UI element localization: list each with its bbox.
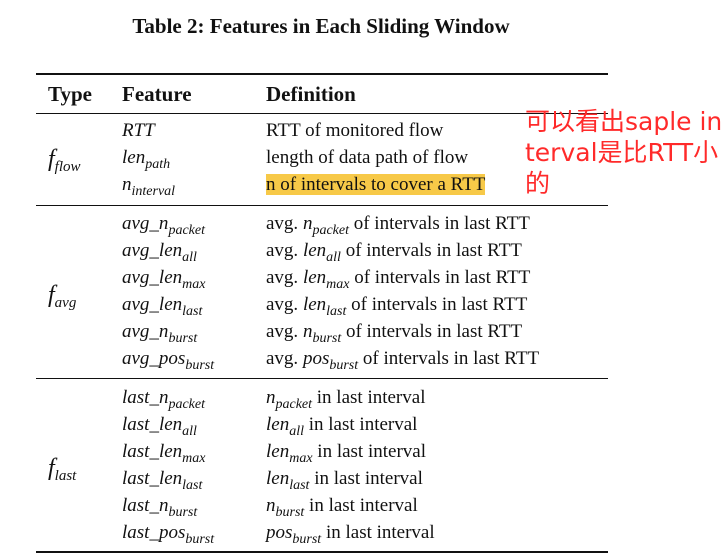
definition-cell: avg. posburst of intervals in last RTT xyxy=(266,348,540,373)
definition-cell: posburst in last interval xyxy=(266,522,435,547)
highlighted-definition: n of intervals to cover a RTT xyxy=(266,174,486,195)
header-type: Type xyxy=(48,82,92,106)
group-rule xyxy=(36,378,608,379)
type-f-flow: fflow xyxy=(48,146,81,175)
handwritten-annotation: 可以看出saple interval是比RTT小的 xyxy=(525,107,723,198)
type-f-last: flast xyxy=(48,455,77,484)
feature-cell: ninterval xyxy=(122,174,176,199)
table-title: Table 2: Features in Each Sliding Window xyxy=(132,14,510,38)
definition-cell: RTT of monitored flow xyxy=(266,120,444,141)
bottom-rule xyxy=(36,551,608,553)
header-rule xyxy=(36,113,608,114)
header-definition: Definition xyxy=(266,82,356,106)
header-feature: Feature xyxy=(122,82,192,106)
feature-cell: last_posburst xyxy=(122,522,215,547)
feature-cell: avg_posburst xyxy=(122,348,215,373)
type-f-avg: favg xyxy=(48,282,77,311)
top-rule xyxy=(36,73,608,75)
definition-cell: length of data path of flow xyxy=(266,147,469,168)
group-rule xyxy=(36,205,608,206)
